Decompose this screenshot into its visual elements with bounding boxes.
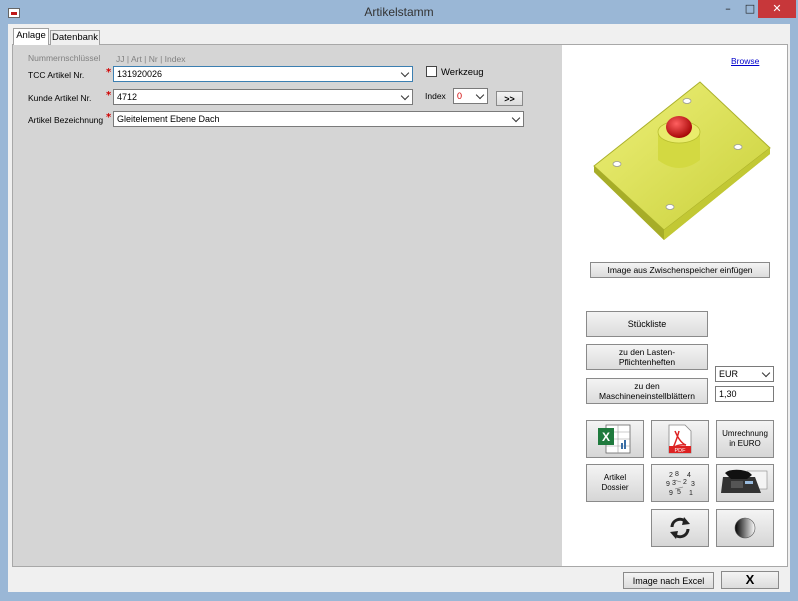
numbering-button[interactable]: 284 9323 951 [651, 464, 709, 502]
required-marker: * [106, 90, 112, 101]
browse-link[interactable]: Browse [731, 56, 759, 66]
currency-select[interactable]: EUR [715, 366, 774, 382]
close-button[interactable]: X [721, 571, 779, 589]
svg-text:9: 9 [669, 490, 673, 497]
lastenheft-line2: Pflichtenheften [618, 357, 676, 367]
werkzeug-checkbox[interactable] [426, 66, 437, 77]
tab-datenbank[interactable]: Datenbank [50, 30, 100, 45]
number-sequence-icon: 284 9323 951 [666, 471, 695, 497]
tcc-artikel-combo[interactable]: 131920026 [113, 66, 413, 82]
svg-text:9: 9 [666, 481, 670, 488]
stueckliste-button[interactable]: Stückliste [586, 311, 708, 337]
pdf-icon: PDF [668, 424, 692, 454]
svg-text:5: 5 [677, 489, 681, 496]
artikel-bezeichnung-value: Gleitelement Ebene Dach [117, 114, 220, 124]
svg-text:8: 8 [675, 471, 679, 478]
excel-icon: X [598, 424, 631, 454]
minimize-button[interactable]: – [716, 0, 740, 18]
umrechnung-line1: Umrechnung [722, 429, 768, 438]
kunde-artikel-value: 4712 [117, 92, 138, 102]
close-window-button[interactable]: ✕ [758, 0, 796, 18]
tab-anlage[interactable]: Anlage [13, 28, 49, 45]
rate-value: 1,30 [719, 389, 737, 399]
title-bar: Artikelstamm – □ ✕ [0, 0, 798, 24]
tcc-artikel-value: 131920026 [117, 69, 163, 79]
svg-text:2: 2 [683, 479, 687, 486]
kunde-artikel-combo[interactable]: 4712 [113, 89, 413, 105]
chevron-down-icon[interactable] [400, 67, 410, 81]
svg-text:4: 4 [687, 472, 691, 479]
chevron-down-icon[interactable] [511, 112, 521, 126]
excel-export-button[interactable]: X [586, 420, 644, 458]
lastenheft-line1: zu den Lasten- [618, 347, 676, 357]
dossier-line1: Artikel [603, 473, 627, 482]
umrechnung-line2: in EURO [729, 439, 761, 448]
maximize-button[interactable]: □ [740, 0, 760, 18]
part-image [593, 81, 771, 240]
kunde-artikel-label: Kunde Artikel Nr. [28, 93, 92, 103]
phone-icon [721, 469, 768, 493]
index-combo[interactable]: 0 [453, 88, 488, 104]
maschinen-button[interactable]: zu den Maschineneinstellblättern [586, 378, 708, 404]
dossier-line2: Dossier [601, 483, 629, 492]
required-marker: * [106, 112, 112, 123]
pdf-label: PDF [675, 448, 687, 454]
artikel-dossier-button[interactable]: Artikel Dossier [586, 464, 644, 502]
window-title: Artikelstamm [364, 5, 434, 19]
chevron-down-icon[interactable] [400, 90, 410, 104]
index-value: 0 [457, 91, 463, 101]
svg-text:2: 2 [669, 472, 673, 479]
next-index-button[interactable]: >> [496, 91, 523, 106]
required-marker: * [106, 67, 112, 78]
artikel-bezeichnung-combo[interactable]: Gleitelement Ebene Dach [113, 111, 524, 127]
pdf-export-button[interactable]: PDF [651, 420, 709, 458]
svg-text:X: X [602, 430, 610, 444]
umrechnung-button[interactable]: Umrechnung in EURO [716, 420, 774, 458]
contrast-button[interactable] [716, 509, 774, 547]
tcc-artikel-label: TCC Artikel Nr. [28, 70, 85, 80]
contrast-icon [734, 517, 756, 539]
phone-fax-button[interactable] [716, 464, 774, 502]
artikel-bezeichnung-label: Artikel Bezeichnung [28, 115, 104, 125]
nummernschluessel-hint: JJ | Art | Nr | Index [116, 54, 186, 64]
image-nach-excel-button[interactable]: Image nach Excel [623, 572, 714, 589]
index-label: Index [425, 91, 446, 101]
refresh-button[interactable] [651, 509, 709, 547]
maschinen-line1: zu den [634, 381, 660, 391]
refresh-icon [670, 517, 690, 539]
nummernschluessel-label: Nummernschlüssel [28, 53, 101, 63]
werkzeug-label: Werkzeug [441, 67, 484, 78]
chevron-down-icon[interactable] [761, 367, 771, 381]
maschinen-line2: Maschineneinstellblättern [599, 391, 695, 401]
lastenheft-button[interactable]: zu den Lasten- Pflichtenheften [586, 344, 708, 370]
rate-input[interactable]: 1,30 [715, 386, 774, 402]
currency-value: EUR [719, 369, 739, 379]
chevron-down-icon[interactable] [475, 89, 485, 103]
svg-text:3: 3 [672, 480, 676, 487]
svg-text:3: 3 [691, 481, 695, 488]
paste-image-button[interactable]: Image aus Zwischenspeicher einfügen [590, 262, 770, 278]
svg-text:1: 1 [689, 490, 693, 497]
